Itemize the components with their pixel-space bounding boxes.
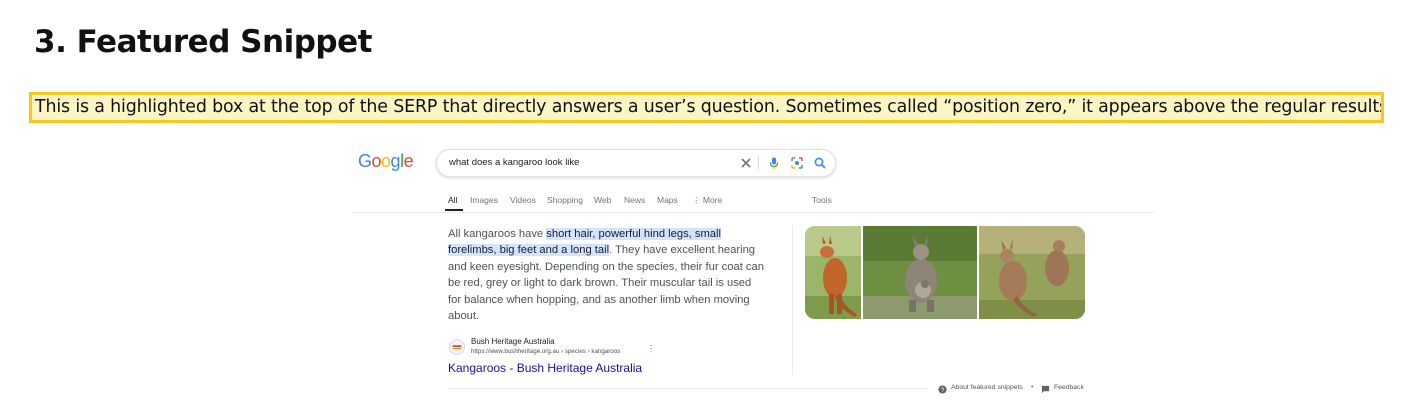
snippet-text: about. (448, 310, 480, 323)
logo-letter: G (358, 151, 372, 171)
tab-shopping[interactable]: Shopping (547, 195, 583, 205)
help-icon: ? (938, 385, 947, 394)
kangaroo-red-photo[interactable] (805, 226, 861, 319)
source-favicon (449, 339, 465, 355)
snippet-text: for balance when hopping, and as another… (448, 293, 750, 306)
svg-text:?: ? (941, 387, 945, 394)
snippet-line: and keen eyesight. Depending on the spec… (448, 259, 788, 275)
active-tab-indicator (445, 209, 463, 211)
logo-letter: o (381, 151, 391, 171)
search-icon[interactable] (813, 156, 827, 170)
snippet-text: . They have excellent hearing (609, 244, 756, 257)
footer-separator: • (1031, 384, 1034, 391)
snippet-highlight: short hair, powerful hind legs, small (546, 228, 721, 240)
snippet-text: be red, grey or light to dark brown. The… (448, 277, 752, 290)
tools-button[interactable]: Tools (812, 195, 832, 205)
microphone-icon[interactable] (767, 156, 781, 170)
google-logo: Google (358, 151, 414, 172)
tab-news[interactable]: News (624, 195, 645, 205)
tab-more[interactable]: ⋮ More (692, 195, 722, 206)
result-title-link[interactable]: Kangaroos - Bush Heritage Australia (448, 361, 642, 375)
about-featured-snippets-link[interactable]: About featured snippets (951, 384, 1023, 391)
tab-web[interactable]: Web (594, 195, 611, 205)
snippet-line: for balance when hopping, and as another… (448, 292, 788, 308)
tab-all[interactable]: All (448, 195, 457, 205)
kangaroos-grass-photo[interactable] (979, 226, 1085, 319)
snippet-line: forelimbs, big feet and a long tail. The… (448, 242, 788, 258)
tab-maps[interactable]: Maps (657, 195, 678, 205)
logo-letter: o (371, 151, 382, 171)
close-icon[interactable] (739, 156, 753, 170)
snippet-line: be red, grey or light to dark brown. The… (448, 275, 788, 291)
snippet-highlight: forelimbs, big feet and a long tail (448, 244, 610, 257)
article-heading: 3. Featured Snippet (34, 24, 372, 60)
footer-divider (448, 388, 928, 389)
snippet-separator (792, 226, 793, 375)
tab-images[interactable]: Images (470, 195, 498, 205)
source-name[interactable]: Bush Heritage Australia (471, 337, 555, 346)
featured-snippet-text: All kangaroos have short hair, powerful … (448, 226, 788, 324)
source-url[interactable]: https://www.bushheritage.org.au › specie… (471, 348, 620, 355)
snippet-images[interactable] (805, 226, 1085, 319)
search-input[interactable]: what does a kangaroo look like (449, 157, 579, 168)
kangaroo-with-joey-photo[interactable] (863, 226, 977, 319)
feedback-link[interactable]: Feedback (1054, 384, 1084, 391)
highlighted-definition: This is a highlighted box at the top of … (29, 92, 1384, 123)
tabs-divider (352, 212, 1154, 213)
search-divider (758, 156, 759, 170)
logo-letter: e (403, 151, 414, 171)
snippet-line: about. (448, 308, 788, 324)
search-bar[interactable]: what does a kangaroo look like (436, 149, 836, 177)
camera-lens-icon[interactable] (790, 156, 804, 170)
more-options-icon[interactable]: ⋮ (647, 345, 655, 353)
snippet-text: and keen eyesight. Depending on the spec… (448, 260, 764, 273)
tab-videos[interactable]: Videos (510, 195, 536, 205)
logo-letter: g (390, 151, 401, 171)
feedback-icon (1041, 385, 1050, 394)
snippet-line: All kangaroos have short hair, powerful … (448, 226, 788, 242)
snippet-text: All kangaroos have (448, 228, 547, 240)
